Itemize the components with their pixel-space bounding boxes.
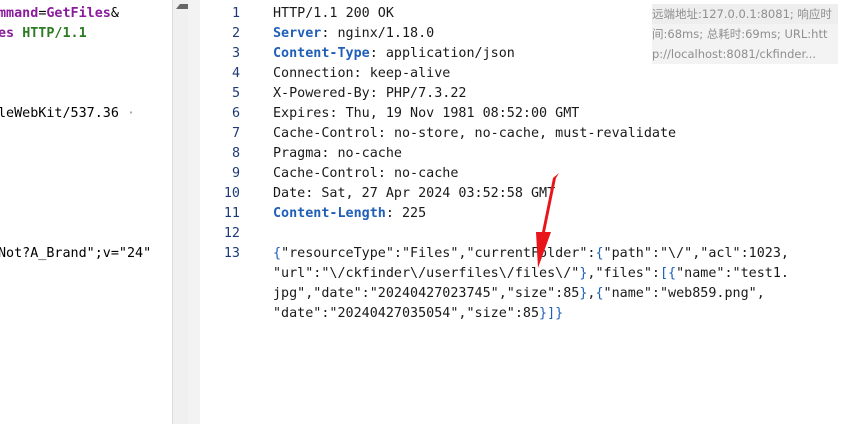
header-key: HTTP/1.1 [273,6,338,21]
response-header-line: Content-Type: application/json [273,44,515,64]
header-separator: : [321,146,338,161]
request-line: mmand=GetFiles& [0,4,119,24]
header-separator: : [321,26,338,41]
request-token [14,26,22,41]
header-separator: : [377,166,394,181]
header-value: PHP/7.3.22 [385,86,467,101]
header-key: X-Powered-By [273,86,370,101]
request-token: es [0,26,15,41]
json-token: } [539,306,548,321]
tooltip-line: 远端地址:127.0.0.1:8081; 响应时 [652,4,838,24]
response-header-line: HTTP/1.1 200 OK [273,4,394,24]
json-token: "name":"web859.png", [603,286,765,301]
line-number: 13 [223,246,240,261]
json-token: "resourceType":"Files","currentFolder": [281,246,596,261]
header-value: keep-alive [369,66,451,81]
line-number: 8 [231,146,240,161]
response-body-line: jpg","date":"20240427023745","size":85},… [273,284,765,304]
tooltip-line: p://localhost:8081/ckfinder... [652,47,817,61]
header-value: no-cache [337,146,403,161]
request-editor[interactable]: mmand=GetFiles& es HTTP/1.1 leWebKit/537.3… [0,0,172,424]
response-body-line: "url":"\/ckfinder\/userfiles\/files\/"},… [273,264,789,284]
header-value: no-store, no-cache, must-revalidate [393,126,677,141]
header-separator [338,6,346,21]
line-number: 12 [223,226,240,241]
header-key: Content-Length [273,206,386,221]
header-key: Cache-Control [273,126,378,141]
header-separator: : [385,206,402,221]
header-value: nginx/1.18.0 [337,26,435,41]
header-value: 225 [402,206,427,221]
header-separator: : [369,86,386,101]
tooltip-line: 间:68ms; 总耗时:69ms; URL:htt [652,27,828,41]
line-number: 11 [223,206,240,221]
request-line: es HTTP/1.1 [0,24,87,44]
line-number: 10 [223,186,240,201]
request-token: · [118,106,136,121]
response-body-line: {"resourceType":"Files","currentFolder":… [273,244,789,264]
line-number: 5 [231,86,240,101]
response-header-line: Date: Sat, 27 Apr 2024 03:52:58 GMT [273,184,555,204]
response-header-line: Server: nginx/1.18.0 [273,24,434,44]
header-value: application/json [385,46,515,61]
header-key: Expires [273,106,330,121]
header-separator: : [369,46,386,61]
response-header-line: Content-Length: 225 [273,204,426,224]
header-key: Connection [273,66,354,81]
header-key: Pragma [273,146,322,161]
header-key: Date [273,186,306,201]
request-token: leWebKit/537.36 [0,106,119,121]
json-token: jpg","date":"20240427023745","size":85 [273,286,580,301]
response-header-line: Connection: keep-alive [273,64,450,84]
request-token: & [110,6,119,21]
response-body-line: "date":"20240427035054","size":85}]} [273,304,563,324]
json-token: { [595,246,604,261]
json-token: "path":"\/","acl":1023, [603,246,789,261]
json-token: { [668,266,677,281]
response-editor[interactable]: 远端地址:127.0.0.1:8081; 响应时 间:68ms; 总耗时:69m… [200,0,857,424]
request-line: Not?A_Brand";v="24" [0,244,151,264]
json-token: { [273,246,282,261]
line-number: 2 [231,26,240,41]
json-token: "name":"test1. [676,266,789,281]
line-number: 7 [231,126,240,141]
pane-divider[interactable] [188,0,200,424]
response-header-line: X-Powered-By: PHP/7.3.22 [273,84,467,104]
json-token: [ [659,266,669,281]
header-value: Sat, 27 Apr 2024 03:52:58 GMT [321,186,556,201]
response-info-tooltip: 远端地址:127.0.0.1:8081; 响应时 间:68ms; 总耗时:69m… [652,4,838,64]
header-separator: : [353,66,370,81]
json-token: } [555,306,564,321]
json-token: ] [547,306,556,321]
line-number: 6 [231,106,240,121]
response-header-line: Pragma: no-cache [273,144,402,164]
request-token: Not?A_Brand";v="24" [0,246,152,261]
json-token: "url":"\/ckfinder\/userfiles\/files\/" [273,266,580,281]
json-token: ,"files": [587,266,660,281]
json-token: { [595,286,604,301]
request-line: leWebKit/537.36 · [0,104,135,124]
response-header-line: Cache-Control: no-cache [273,164,458,184]
header-separator: : [377,126,394,141]
header-key: Cache-Control [273,166,378,181]
line-number: 9 [231,166,240,181]
header-separator: : [329,106,346,121]
header-value: no-cache [393,166,459,181]
response-header-line: Expires: Thu, 19 Nov 1981 08:52:00 GMT [273,104,579,124]
line-number: 3 [231,46,240,61]
json-token: "date":"20240427035054","size":85 [273,306,540,321]
line-number: 4 [231,66,240,81]
request-token: mmand [0,6,39,21]
header-value: 200 OK [345,6,394,21]
header-key: Server [273,26,322,41]
header-value: Thu, 19 Nov 1981 08:52:00 GMT [345,106,580,121]
request-token: GetFiles [46,6,111,21]
line-number: 1 [231,6,240,21]
header-separator: : [305,186,322,201]
header-key: Content-Type [273,46,370,61]
request-scrollbar[interactable] [172,0,193,424]
response-header-line: Cache-Control: no-store, no-cache, must-… [273,124,676,144]
request-token: HTTP/1.1 [22,26,87,41]
